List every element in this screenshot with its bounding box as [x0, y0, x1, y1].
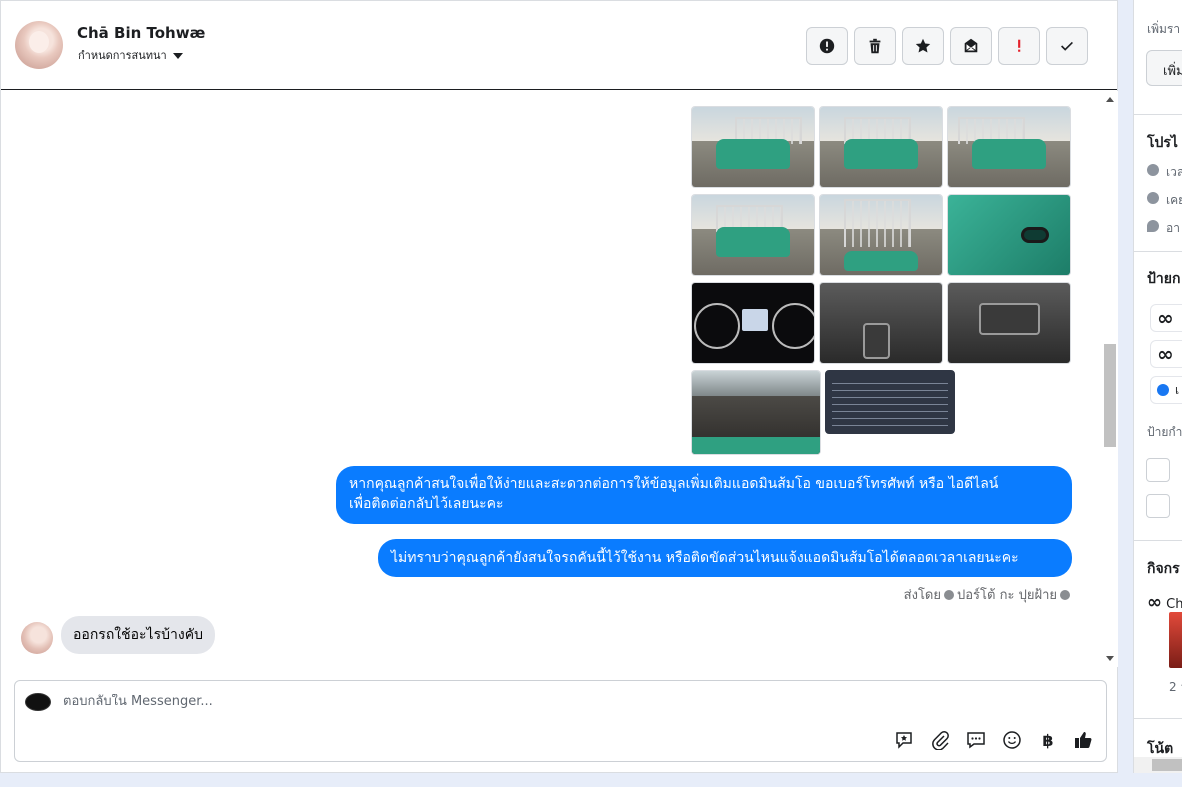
conversation-panel: Chā Bin Tohwæ กำหนดการสนทนา หากคุณลูกค้า… — [0, 0, 1118, 773]
outgoing-message[interactable]: หากคุณลูกค้าสนใจเพื่อให้ง่ายและสะดวกต่อก… — [336, 466, 1072, 524]
document-thumbnail[interactable] — [825, 370, 955, 434]
profile-section-title: โปรไ — [1147, 135, 1178, 151]
smiley-icon — [1003, 731, 1021, 749]
reply-input[interactable] — [63, 694, 763, 709]
photo-thumbnail[interactable] — [947, 282, 1071, 364]
payment-button[interactable]: ฿ — [1037, 729, 1059, 751]
message-text: ไม่ทราบว่าคุณลูกค้ายังสนใจรถคันนี้ไว้ใช้… — [391, 550, 1019, 566]
label-chip[interactable]: ∞ — [1150, 340, 1182, 368]
contact-avatar[interactable] — [15, 21, 63, 69]
star-button[interactable] — [902, 27, 944, 65]
incoming-message[interactable]: ออกรถใช้อะไรบ้างคับ — [61, 616, 215, 654]
label-checkbox[interactable] — [1146, 494, 1170, 518]
check-circle-icon — [944, 590, 954, 600]
photo-thumbnail[interactable] — [947, 106, 1071, 188]
message-text: ออกรถใช้อะไรบ้างคับ — [73, 627, 203, 643]
scroll-down-arrow-icon[interactable] — [1106, 656, 1114, 661]
photo-thumbnail[interactable] — [947, 194, 1071, 276]
photo-thumbnail[interactable] — [691, 106, 815, 188]
photo-thumbnail[interactable] — [819, 194, 943, 276]
report-button[interactable] — [806, 27, 848, 65]
help-icon[interactable] — [1060, 590, 1070, 600]
photo-thumbnail[interactable] — [819, 282, 943, 364]
activity-count: 2 ว — [1169, 680, 1182, 694]
activity-section-title: กิจกร — [1147, 561, 1180, 577]
message-composer: ฿ — [14, 680, 1107, 762]
spam-icon — [1018, 39, 1021, 52]
contact-avatar-small — [21, 622, 53, 654]
message-options-button[interactable] — [965, 729, 987, 751]
activity-item[interactable]: ∞ Ch — [1147, 592, 1182, 613]
photo-thumbnail[interactable] — [691, 282, 815, 364]
add-button[interactable]: เพิ่ม — [1146, 50, 1182, 86]
location-icon — [1147, 220, 1159, 232]
profile-row-time: เวล — [1166, 165, 1182, 179]
emoji-button[interactable] — [1001, 729, 1023, 751]
meta-icon: ∞ — [1157, 342, 1174, 366]
spam-button[interactable] — [998, 27, 1040, 65]
labels-section-title: ป้ายก — [1147, 271, 1181, 287]
sent-by-name[interactable]: ปอร์โต้ กะ ปุยฝ้าย — [957, 588, 1057, 603]
assign-conversation-label: กำหนดการสนทนา — [78, 49, 167, 62]
speech-bubble-icon — [967, 732, 985, 749]
chat-scrollbar-thumb[interactable] — [1104, 344, 1116, 447]
add-label-button[interactable]: เ — [1150, 376, 1182, 404]
label-chip[interactable]: ∞ — [1150, 304, 1182, 332]
trash-icon — [869, 38, 881, 54]
contact-name[interactable]: Chā Bin Tohwæ — [77, 24, 205, 42]
sent-by-prefix: ส่งโดย — [903, 588, 941, 603]
add-button-label: เพิ่ม — [1163, 64, 1182, 79]
page-background — [0, 773, 1182, 787]
caret-down-icon — [172, 53, 183, 59]
photo-thumbnail[interactable] — [691, 370, 821, 455]
thumbs-up-icon — [1075, 732, 1092, 748]
scroll-up-arrow-icon[interactable] — [1106, 97, 1114, 102]
profile-row-location: อา — [1166, 221, 1180, 235]
mark-unread-icon — [964, 38, 978, 53]
photo-thumbnail[interactable] — [819, 106, 943, 188]
photo-thumbnail[interactable] — [691, 194, 815, 276]
like-button[interactable] — [1072, 729, 1094, 751]
done-icon — [1061, 41, 1073, 51]
star-icon — [915, 38, 931, 53]
contact-details-panel: เพิ่มรา เพิ่ม โปรไ เวล เคย อา ป้ายก ∞ ∞ … — [1133, 0, 1182, 773]
message-text: หากคุณลูกค้าสนใจเพื่อให้ง่ายและสะดวกต่อก… — [349, 476, 999, 492]
paperclip-icon — [932, 730, 949, 750]
saved-reply-button[interactable] — [893, 729, 915, 751]
conversation-header: Chā Bin Tohwæ กำหนดการสนทนา — [1, 1, 1117, 90]
saved-reply-icon — [896, 732, 912, 749]
assign-conversation-dropdown[interactable]: กำหนดการสนทนา — [78, 46, 183, 64]
message-list: หากคุณลูกค้าสนใจเพื่อให้ง่ายและสะดวกต่อก… — [1, 91, 1101, 666]
page-avatar — [25, 693, 51, 711]
clock-icon — [1147, 164, 1159, 176]
delete-button[interactable] — [854, 27, 896, 65]
attach-button[interactable] — [929, 729, 951, 751]
mark-unread-button[interactable] — [950, 27, 992, 65]
activity-item-label: Ch — [1166, 597, 1182, 612]
message-text: เพื่อติดต่อกลับไว้เลยนะคะ — [349, 496, 504, 512]
profile-row-education: เคย — [1166, 193, 1182, 207]
activity-thumbnail[interactable] — [1169, 612, 1182, 668]
meta-icon: ∞ — [1157, 306, 1174, 330]
baht-icon: ฿ — [1042, 730, 1054, 750]
add-label-text: เ — [1175, 383, 1180, 397]
alert-icon — [819, 38, 835, 54]
labels-subtitle: ป้ายกำ — [1147, 425, 1182, 439]
mark-done-button[interactable] — [1046, 27, 1088, 65]
side-horizontal-scrollbar-thumb[interactable] — [1152, 759, 1182, 771]
add-caption: เพิ่มรา — [1147, 22, 1181, 36]
education-icon — [1147, 192, 1159, 204]
label-checkbox[interactable] — [1146, 458, 1170, 482]
plus-circle-icon — [1157, 384, 1169, 396]
sent-by-info: ส่งโดย ปอร์โต้ กะ ปุยฝ้าย — [904, 584, 1073, 605]
outgoing-message[interactable]: ไม่ทราบว่าคุณลูกค้ายังสนใจรถคันนี้ไว้ใช้… — [378, 539, 1072, 577]
meta-icon: ∞ — [1147, 592, 1162, 613]
